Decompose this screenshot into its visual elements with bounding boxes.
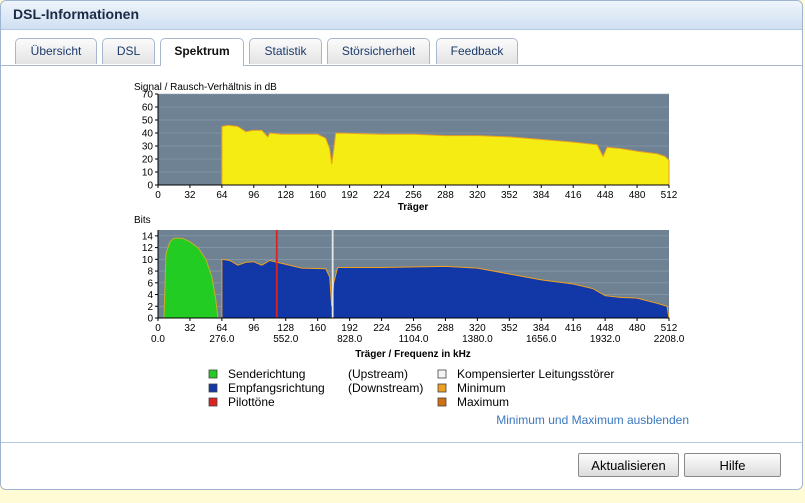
legend-label-downstream: Empfangsrichtung: [228, 381, 325, 395]
x-tick-label: 192: [341, 190, 358, 201]
x-freq-label: 1104.0: [399, 334, 429, 345]
x-tick-label: 0: [155, 323, 161, 334]
x-freq-label: 1380.0: [462, 334, 493, 345]
y-tick-label: 14: [142, 231, 154, 242]
tab-uebersicht[interactable]: Übersicht: [15, 38, 97, 64]
tab-feedback[interactable]: Feedback: [436, 38, 518, 64]
x-tick-label: 448: [597, 190, 614, 201]
legend-label-compensated: Kompensierter Leitungsstörer: [457, 367, 614, 381]
x-tick-label: 416: [565, 190, 582, 201]
x-freq-label: 2208.0: [654, 334, 685, 345]
y-tick-label: 12: [142, 243, 154, 254]
y-tick-label: 70: [142, 90, 154, 101]
legend: Senderichtung (Upstream) Empfangsrichtun…: [208, 367, 614, 409]
legend-label-pilot: Pilottöne: [228, 395, 275, 409]
x-freq-label: 552.0: [273, 334, 298, 345]
x-freq-label: 276.0: [209, 334, 234, 345]
bits-chart-title: Bits: [134, 215, 151, 226]
dsl-info-window: DSL-Informationen Übersicht DSL Spektrum…: [0, 0, 803, 490]
y-tick-label: 4: [147, 290, 153, 301]
help-button[interactable]: Hilfe: [684, 453, 781, 477]
x-tick-label: 352: [501, 323, 518, 334]
y-tick-label: 10: [142, 255, 154, 266]
legend-swatch-pilot: [208, 397, 218, 407]
x-tick-label: 96: [248, 190, 260, 201]
x-tick-label: 64: [216, 323, 228, 334]
toggle-min-max-link[interactable]: Minimum und Maximum ausblenden: [496, 413, 689, 427]
x-tick-label: 192: [341, 323, 358, 334]
spectrum-panel: Signal / Rausch-Verhältnis in dB 0 10 20 30…: [1, 66, 802, 441]
x-tick-label: 128: [277, 323, 294, 334]
legend-swatch-downstream: [208, 383, 218, 393]
x-tick-label: 288: [437, 190, 454, 201]
tab-spektrum[interactable]: Spektrum: [160, 38, 244, 66]
x-tick-label: 512: [661, 323, 678, 334]
y-tick-label: 20: [142, 155, 154, 166]
x-tick-label: 288: [437, 323, 454, 334]
x-tick-label: 32: [184, 190, 196, 201]
snr-chart: 0102030405060700 32 64 96 128 160 192 224 256 288…: [142, 90, 678, 202]
x-tick-label: 416: [565, 323, 582, 334]
y-tick-label: 0: [147, 181, 153, 192]
x-tick-label: 480: [629, 323, 646, 334]
y-tick-label: 8: [147, 267, 153, 278]
snr-chart-title: Signal / Rausch-Verhältnis in dB: [134, 82, 277, 93]
legend-swatch-maximum: [437, 397, 447, 407]
x-tick-label: 0: [155, 190, 161, 201]
y-tick-label: 6: [147, 278, 153, 289]
x-tick-label: 128: [277, 190, 294, 201]
y-tick-label: 0: [147, 314, 153, 325]
tab-dsl[interactable]: DSL: [102, 38, 155, 64]
legend-sub-downstream: (Downstream): [348, 381, 423, 395]
title-bar: DSL-Informationen: [1, 1, 802, 30]
x-tick-label: 384: [533, 323, 550, 334]
x-freq-label: 828.0: [337, 334, 362, 345]
button-bar: Aktualisieren Hilfe: [1, 442, 802, 489]
x-tick-label: 224: [373, 323, 390, 334]
x-freq-label: 1656.0: [526, 334, 557, 345]
x-tick-label: 256: [405, 323, 422, 334]
spectrum-charts: Signal / Rausch-Verhältnis in dB 0102030…: [134, 82, 689, 427]
y-tick-label: 10: [142, 168, 154, 179]
x-tick-label: 160: [309, 190, 326, 201]
y-tick-label: 60: [142, 103, 154, 114]
legend-label-maximum: Maximum: [457, 395, 509, 409]
x-freq-label: 0.0: [151, 334, 165, 345]
legend-sub-upstream: (Upstream): [348, 367, 408, 381]
tab-stoersicherheit[interactable]: Störsicherheit: [327, 38, 430, 64]
y-tick-label: 50: [142, 116, 154, 127]
bits-x-axis-label: Träger / Frequenz in kHz: [355, 349, 471, 360]
x-tick-label: 320: [469, 323, 486, 334]
legend-swatch-compensated: [437, 369, 447, 379]
window-title: DSL-Informationen: [13, 6, 139, 22]
snr-x-axis-label: Träger: [398, 202, 429, 213]
bits-chart: 02468101214 0 32 64 96 128 160 192 224 256 288 320 3…: [142, 230, 685, 345]
tab-bar: Übersicht DSL Spektrum Statistik Störsic…: [1, 29, 802, 66]
y-tick-label: 40: [142, 129, 154, 140]
x-tick-label: 160: [309, 323, 326, 334]
legend-label-upstream: Senderichtung: [228, 367, 305, 381]
x-tick-label: 448: [597, 323, 614, 334]
x-tick-label: 224: [373, 190, 390, 201]
legend-swatch-minimum: [437, 383, 447, 393]
x-tick-label: 352: [501, 190, 518, 201]
x-tick-label: 480: [629, 190, 646, 201]
x-tick-label: 256: [405, 190, 422, 201]
x-tick-label: 384: [533, 190, 550, 201]
x-freq-label: 1932.0: [590, 334, 621, 345]
legend-label-minimum: Minimum: [457, 381, 506, 395]
legend-swatch-upstream: [208, 369, 218, 379]
x-tick-label: 32: [184, 323, 196, 334]
x-tick-label: 96: [248, 323, 260, 334]
y-tick-label: 30: [142, 142, 154, 153]
x-tick-label: 64: [216, 190, 228, 201]
tab-statistik[interactable]: Statistik: [249, 38, 322, 64]
refresh-button[interactable]: Aktualisieren: [578, 453, 679, 477]
y-tick-label: 2: [147, 302, 153, 313]
x-tick-label: 320: [469, 190, 486, 201]
x-tick-label: 512: [661, 190, 678, 201]
